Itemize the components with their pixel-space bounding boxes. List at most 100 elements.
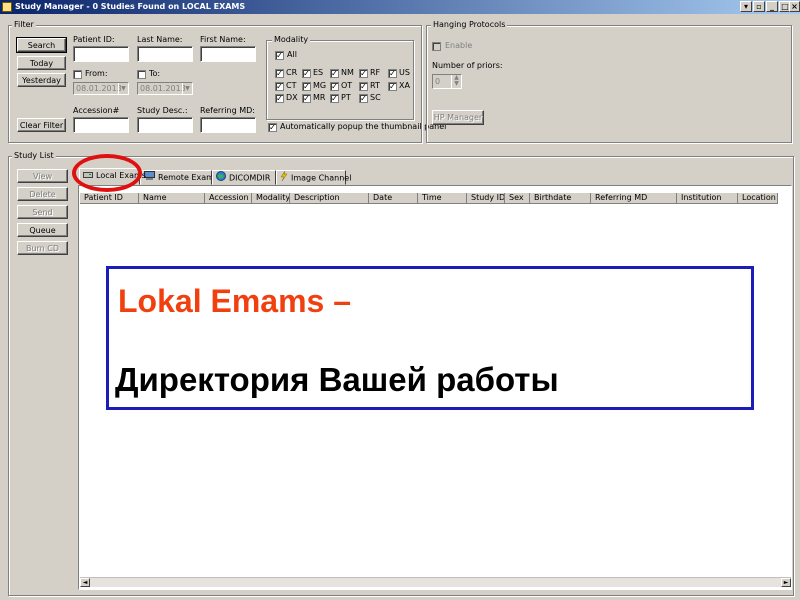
study-desc-label: Study Desc.: [137, 106, 188, 115]
from-label: From: [85, 69, 108, 78]
hp-manager-button[interactable]: HP Manager [432, 110, 484, 125]
modality-all-checkbox[interactable]: ✓ [275, 51, 284, 60]
auto-popup-label: Automatically popup the thumbnail panel [280, 122, 447, 131]
patient-id-input[interactable] [73, 46, 129, 62]
priors-label: Number of priors: [432, 61, 503, 70]
auto-popup-checkbox[interactable]: ✓ [268, 123, 277, 132]
minimize-icon[interactable]: _ [766, 1, 778, 12]
modality-checkbox[interactable]: ✓ [388, 82, 397, 91]
spinner-arrows-icon[interactable]: ▲ ▼ [451, 75, 461, 88]
column-header[interactable]: Patient ID [80, 193, 139, 204]
column-header[interactable]: Location [738, 193, 778, 204]
modality-label: CR [286, 68, 298, 77]
chevron-down-icon[interactable]: ▼ [182, 83, 192, 94]
modality-label: RF [370, 68, 381, 77]
burn-cd-button[interactable]: Burn CD [17, 241, 68, 255]
modality-group-label: Modality [272, 35, 311, 45]
title-bar: Study Manager - 0 Studies Found on LOCAL… [0, 0, 800, 14]
today-button[interactable]: Today [17, 56, 66, 70]
priors-spinner[interactable]: 0 ▲ ▼ [432, 74, 462, 89]
modality-checkbox[interactable]: ✓ [302, 69, 311, 78]
chevron-down-icon[interactable]: ▼ [118, 83, 128, 94]
column-header[interactable]: Time [418, 193, 467, 204]
modality-checkbox[interactable]: ✓ [359, 69, 368, 78]
filter-group-label: Filter [12, 20, 36, 30]
lightning-icon [280, 170, 288, 185]
from-checkbox[interactable] [73, 70, 82, 79]
enable-checkbox[interactable] [432, 42, 441, 51]
close-icon[interactable]: × [789, 1, 800, 12]
tab-label: Remote Exams [158, 173, 219, 182]
window-title: Study Manager - 0 Studies Found on LOCAL… [15, 2, 246, 11]
modality-checkbox[interactable]: ✓ [359, 94, 368, 103]
yesterday-button[interactable]: Yesterday [17, 73, 66, 87]
modality-label: DX [286, 93, 298, 102]
priors-value: 0 [435, 77, 441, 86]
modality-checkbox[interactable]: ✓ [302, 82, 311, 91]
annotation-title: Lokal Emams – [118, 283, 351, 319]
modality-all-label: All [287, 50, 297, 59]
annotation-box: Lokal Emams – Директория Вашей работы [106, 266, 754, 410]
modality-checkbox[interactable]: ✓ [388, 69, 397, 78]
modality-checkbox[interactable]: ✓ [330, 69, 339, 78]
column-header[interactable]: Description [290, 193, 369, 204]
referring-md-input[interactable] [200, 117, 256, 133]
modality-checkbox[interactable]: ✓ [359, 82, 368, 91]
column-header[interactable]: Date [369, 193, 418, 204]
search-button[interactable]: Search [16, 37, 67, 53]
study-desc-input[interactable] [137, 117, 193, 133]
app-icon [2, 2, 12, 12]
scroll-right-icon[interactable]: ► [781, 578, 791, 587]
to-date-value: 08.01.2013 [140, 84, 186, 93]
modality-checkbox[interactable]: ✓ [275, 69, 284, 78]
to-checkbox[interactable] [137, 70, 146, 79]
modality-checkbox[interactable]: ✓ [330, 94, 339, 103]
accession-input[interactable] [73, 117, 129, 133]
modality-label: MG [313, 81, 327, 90]
queue-button[interactable]: Queue [17, 223, 68, 237]
tab-remote-exams[interactable]: Remote Exams [140, 170, 218, 185]
modality-label: US [399, 68, 410, 77]
modality-checkbox[interactable]: ✓ [302, 94, 311, 103]
modality-checkbox[interactable]: ✓ [330, 82, 339, 91]
first-name-label: First Name: [200, 35, 246, 44]
last-name-input[interactable] [137, 46, 193, 62]
column-header[interactable]: Name [139, 193, 205, 204]
from-date-picker[interactable]: 08.01.2013 ▼ [73, 82, 129, 95]
column-header[interactable]: Referring MD [591, 193, 677, 204]
modality-label: ES [313, 68, 324, 77]
hanging-protocols-group [426, 25, 792, 143]
send-button[interactable]: Send [17, 205, 68, 219]
referring-md-label: Referring MD: [200, 106, 255, 115]
tab-label: DICOMDIR [229, 173, 271, 183]
modality-label: MR [313, 93, 326, 102]
column-header[interactable]: Accession [205, 193, 252, 204]
study-list-label: Study List [12, 151, 56, 161]
modality-label: XA [399, 81, 410, 90]
to-date-picker[interactable]: 08.01.2013 ▼ [137, 82, 193, 95]
hanging-protocols-label: Hanging Protocols [431, 20, 508, 30]
modality-label: OT [341, 81, 353, 90]
view-button[interactable]: View [17, 169, 68, 183]
column-header[interactable]: Study ID [467, 193, 505, 204]
column-header[interactable]: Modality [252, 193, 290, 204]
first-name-input[interactable] [200, 46, 256, 62]
modality-label: RT [370, 81, 380, 90]
clear-filter-button[interactable]: Clear Filter [17, 118, 66, 132]
tab-dicomdir[interactable]: DICOMDIR [212, 170, 276, 185]
column-header[interactable]: Institution [677, 193, 738, 204]
tab-image-channel[interactable]: Image Channel [276, 170, 351, 185]
scroll-left-icon[interactable]: ◄ [80, 578, 90, 587]
to-label: To: [149, 69, 161, 78]
column-header[interactable]: Birthdate [530, 193, 591, 204]
modality-checkbox[interactable]: ✓ [275, 82, 284, 91]
delete-button[interactable]: Delete [17, 187, 68, 201]
modality-checkbox[interactable]: ✓ [275, 94, 284, 103]
restore-icon[interactable]: ▫ [753, 1, 765, 12]
enable-label: Enable [445, 41, 473, 50]
column-header[interactable]: Sex [505, 193, 530, 204]
help-icon[interactable]: ▾ [740, 1, 752, 12]
patient-id-label: Patient ID: [73, 35, 115, 44]
highlight-circle [72, 154, 142, 192]
horizontal-scrollbar[interactable]: ◄ ► [80, 577, 791, 587]
